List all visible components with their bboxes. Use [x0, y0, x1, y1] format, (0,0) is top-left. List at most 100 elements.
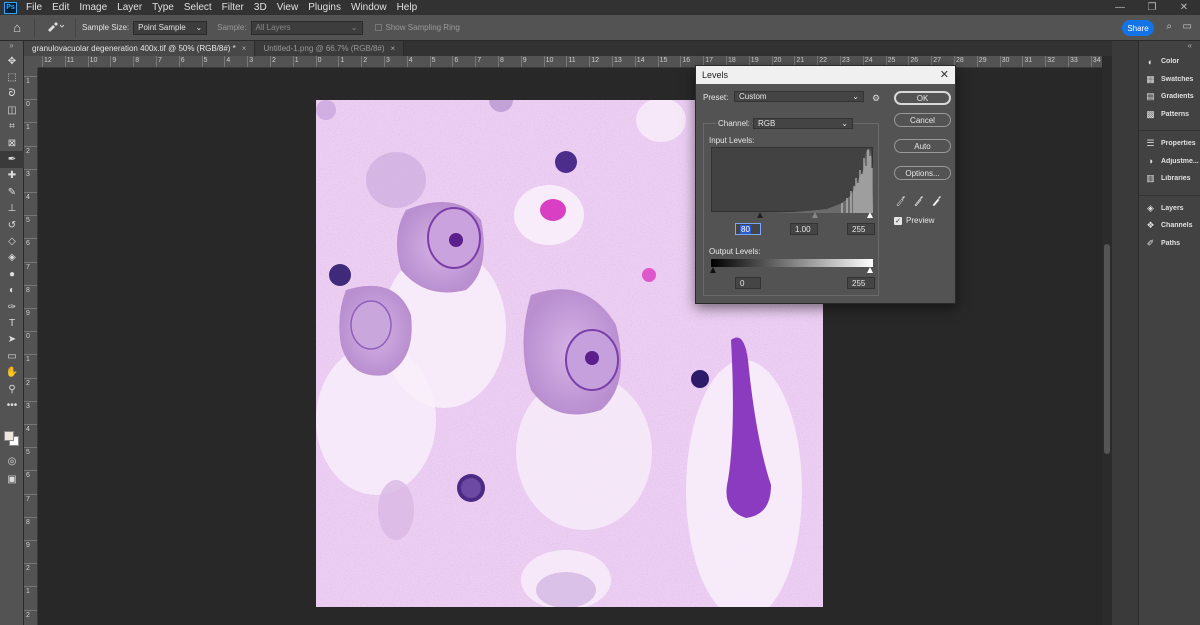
blur-tool-icon[interactable]: ● [0, 266, 24, 282]
search-icon[interactable]: ⌕ [1166, 21, 1172, 32]
menu-image[interactable]: Image [74, 2, 112, 13]
sample-select[interactable]: All Layers ⌄ [250, 20, 363, 35]
menu-help[interactable]: Help [392, 2, 423, 13]
paint-bucket-icon[interactable]: ◈ [0, 250, 24, 266]
tab-document-1[interactable]: granulovacuolar degeneration 400x.tif @ … [24, 41, 256, 56]
healing-brush-icon[interactable]: ✚ [0, 168, 24, 184]
menu-select[interactable]: Select [179, 2, 217, 13]
cancel-button[interactable]: Cancel [894, 113, 951, 127]
channel-value: RGB [758, 119, 776, 128]
panel-channels[interactable]: ❖ Channels [1139, 217, 1200, 235]
channel-select[interactable]: RGB ⌄ [753, 118, 853, 129]
options-button[interactable]: Options... [894, 166, 951, 180]
panel-gradients[interactable]: ▤ Gradients [1139, 88, 1200, 106]
move-tool-icon[interactable]: ✥ [0, 53, 24, 69]
eraser-tool-icon[interactable]: ◇ [0, 233, 24, 249]
black-point-eyedropper-icon[interactable] [896, 194, 905, 207]
collapse-panels-icon[interactable]: « [1139, 41, 1200, 53]
restore-button[interactable]: ❐ [1136, 0, 1168, 15]
brush-tool-icon[interactable]: ✎ [0, 184, 24, 200]
menu-plugins[interactable]: Plugins [303, 2, 346, 13]
rectangle-tool-icon[interactable]: ▭ [0, 348, 24, 364]
marquee-tool-icon[interactable]: ⬚ [0, 69, 24, 85]
panel-paths[interactable]: ✐ Paths [1139, 235, 1200, 253]
home-icon[interactable]: ⌂ [6, 17, 28, 39]
tab-document-2[interactable]: Untitled-1.png @ 66.7% (RGB/8#) × [255, 41, 405, 56]
close-icon[interactable]: × [242, 44, 247, 53]
ruler-label: 2 [26, 565, 30, 573]
white-point-eyedropper-icon[interactable] [932, 194, 941, 207]
collapse-toolbar-icon[interactable]: » [0, 41, 23, 53]
input-black-field[interactable]: 80 [735, 223, 761, 235]
menu-window[interactable]: Window [346, 2, 392, 13]
hand-tool-icon[interactable]: ✋ [0, 364, 24, 380]
menu-file[interactable]: File [21, 2, 47, 13]
more-tools-icon[interactable]: ••• [0, 397, 24, 413]
screen-mode-icon[interactable]: ▣ [0, 471, 24, 487]
share-button[interactable]: Share [1122, 20, 1154, 36]
output-black-field[interactable]: 0 [735, 277, 761, 289]
dodge-tool-icon[interactable]: ◐ [0, 282, 24, 298]
eyedropper-preset-icon[interactable] [41, 20, 69, 35]
ruler-label: 4 [26, 194, 30, 201]
panel-adjustments[interactable]: ◑ Adjustme... [1139, 153, 1200, 171]
zoom-tool-icon[interactable]: ⚲ [0, 381, 24, 397]
history-brush-icon[interactable]: ↺ [0, 217, 24, 233]
workspace-icon[interactable]: ▭ [1183, 21, 1192, 32]
vertical-ruler[interactable]: 1 0 1 2 3 4 5 6 7 8 9 0 1 2 3 4 5 6 7 8 9 2 1 2 [24, 68, 38, 625]
quick-mask-icon[interactable]: ◎ [0, 453, 24, 469]
panel-patterns[interactable]: ▩ Patterns [1139, 106, 1200, 124]
input-gamma-field[interactable]: 1.00 [790, 223, 818, 235]
close-icon[interactable]: × [391, 44, 396, 53]
input-white-field[interactable]: 255 [847, 223, 875, 235]
foreground-color-swatch[interactable] [4, 431, 14, 441]
input-gamma-handle[interactable] [812, 212, 818, 218]
dialog-titlebar[interactable]: Levels ✕ [696, 66, 955, 84]
preview-checkbox[interactable]: ✓ [894, 216, 902, 225]
ruler-tick [24, 540, 37, 541]
preset-select[interactable]: Custom ⌄ [734, 91, 864, 102]
menu-edit[interactable]: Edit [47, 2, 74, 13]
menu-view[interactable]: View [272, 2, 304, 13]
ruler-label: 4 [408, 57, 413, 64]
preview-option[interactable]: ✓ Preview [894, 216, 934, 225]
panel-layers[interactable]: ◈ Layers [1139, 200, 1200, 218]
show-sampling-ring-checkbox[interactable] [374, 24, 382, 31]
preset-options-gear-icon[interactable]: ⚙ [872, 93, 880, 104]
output-levels-slider[interactable] [710, 267, 873, 273]
input-white-handle[interactable] [867, 212, 873, 218]
panel-swatches[interactable]: ▦ Swatches [1139, 71, 1200, 89]
lasso-tool-icon[interactable]: ᘐ [0, 86, 24, 102]
frame-tool-icon[interactable]: ⊠ [0, 135, 24, 151]
input-black-handle[interactable] [757, 212, 763, 218]
menu-filter[interactable]: Filter [217, 2, 249, 13]
sample-size-select[interactable]: Point Sample ⌄ [133, 20, 208, 35]
ruler-label: 5 [26, 217, 30, 225]
minimize-button[interactable]: — [1104, 0, 1136, 15]
scroll-thumb[interactable] [1104, 244, 1110, 454]
menu-type[interactable]: Type [147, 2, 179, 13]
close-icon[interactable]: ✕ [940, 68, 949, 81]
close-window-button[interactable]: ✕ [1168, 0, 1200, 15]
panel-color[interactable]: ◐ Color [1139, 53, 1200, 71]
panel-properties[interactable]: ☰ Properties [1139, 135, 1200, 153]
clone-stamp-icon[interactable]: ⊥ [0, 201, 24, 217]
gray-point-eyedropper-icon[interactable] [914, 194, 923, 207]
pen-tool-icon[interactable]: ✑ [0, 299, 24, 315]
output-white-handle[interactable] [867, 267, 873, 273]
menu-layer[interactable]: Layer [112, 2, 147, 13]
object-select-icon[interactable]: ◫ [0, 102, 24, 118]
input-levels-slider[interactable] [711, 212, 873, 218]
panel-libraries[interactable]: ▥ Libraries [1139, 170, 1200, 188]
ok-button[interactable]: OK [894, 91, 951, 105]
output-white-field[interactable]: 255 [847, 277, 875, 289]
type-tool-icon[interactable]: T [0, 315, 24, 331]
output-black-handle[interactable] [710, 267, 716, 273]
vertical-scrollbar[interactable] [1102, 56, 1112, 625]
path-select-icon[interactable]: ➤ [0, 332, 24, 348]
crop-tool-icon[interactable]: ⌗ [0, 119, 24, 135]
eyedropper-tool-icon[interactable]: ✒ [0, 151, 24, 168]
divider [75, 18, 76, 37]
auto-button[interactable]: Auto [894, 139, 951, 153]
menu-3d[interactable]: 3D [249, 2, 272, 13]
